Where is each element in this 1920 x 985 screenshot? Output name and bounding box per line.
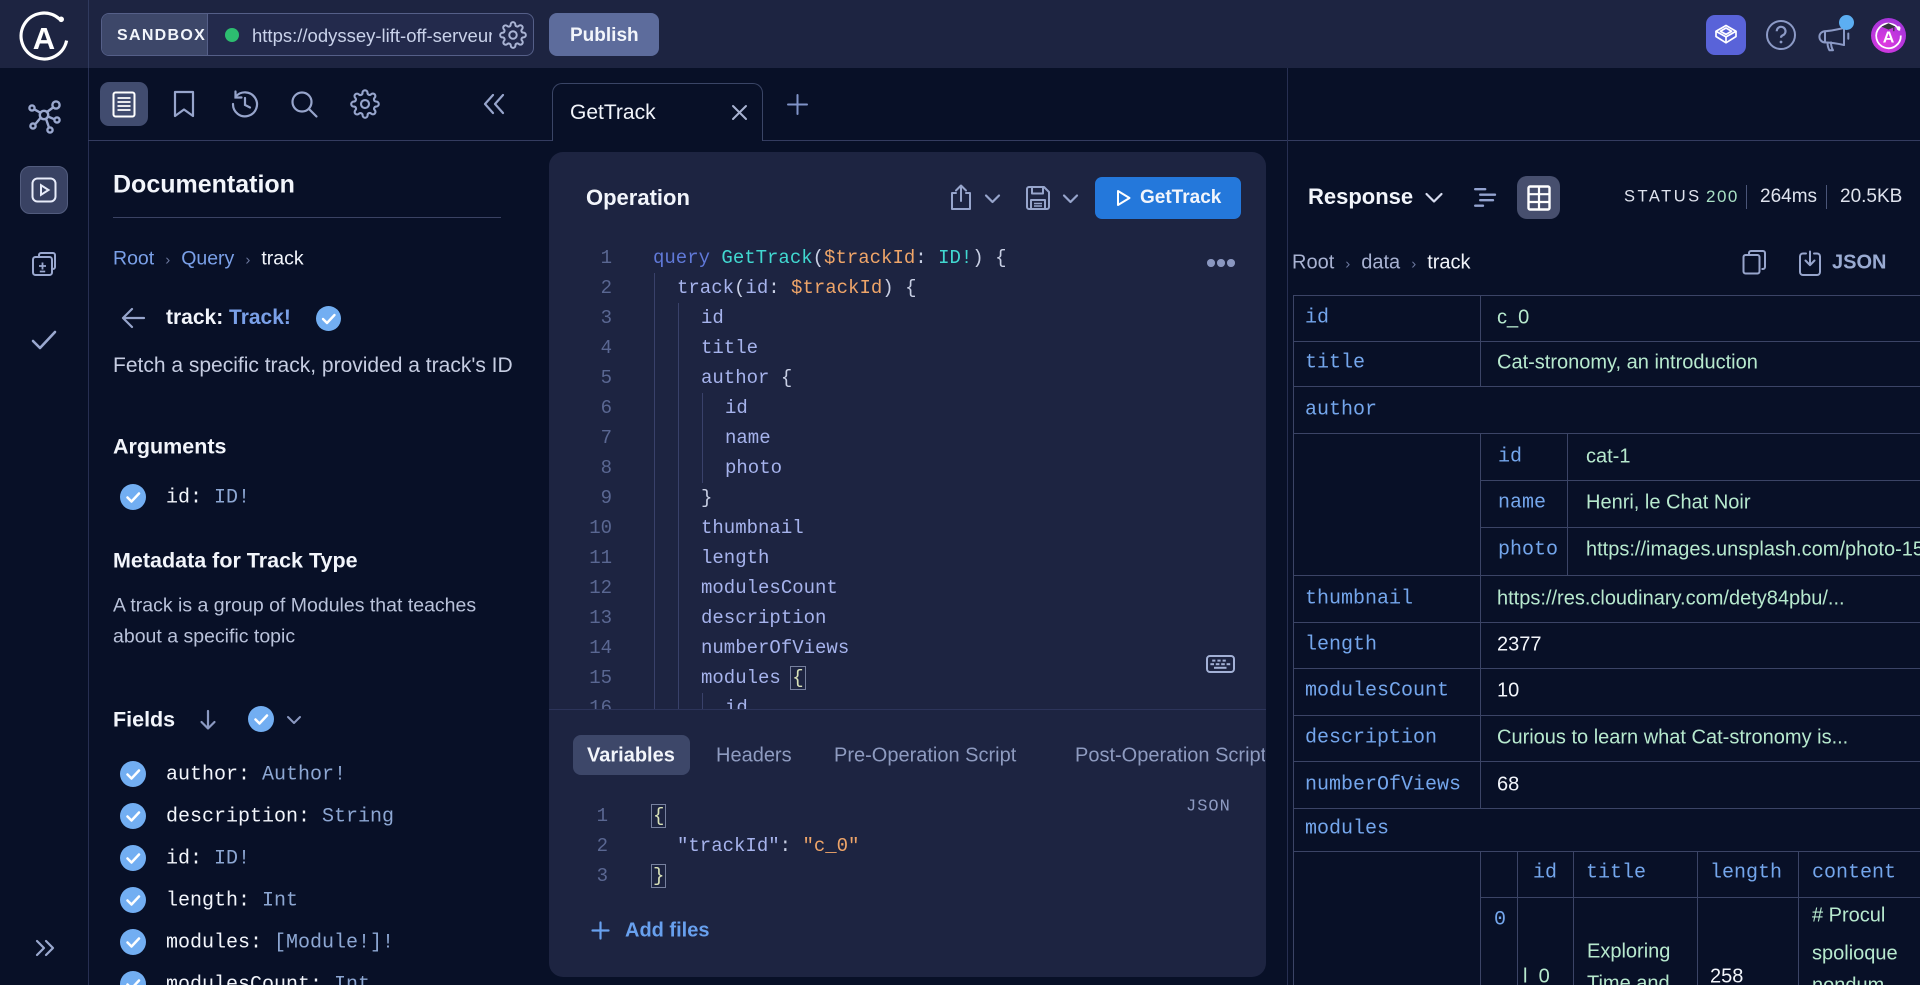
svg-text:A: A	[1883, 30, 1895, 47]
svg-text:A: A	[33, 21, 55, 56]
